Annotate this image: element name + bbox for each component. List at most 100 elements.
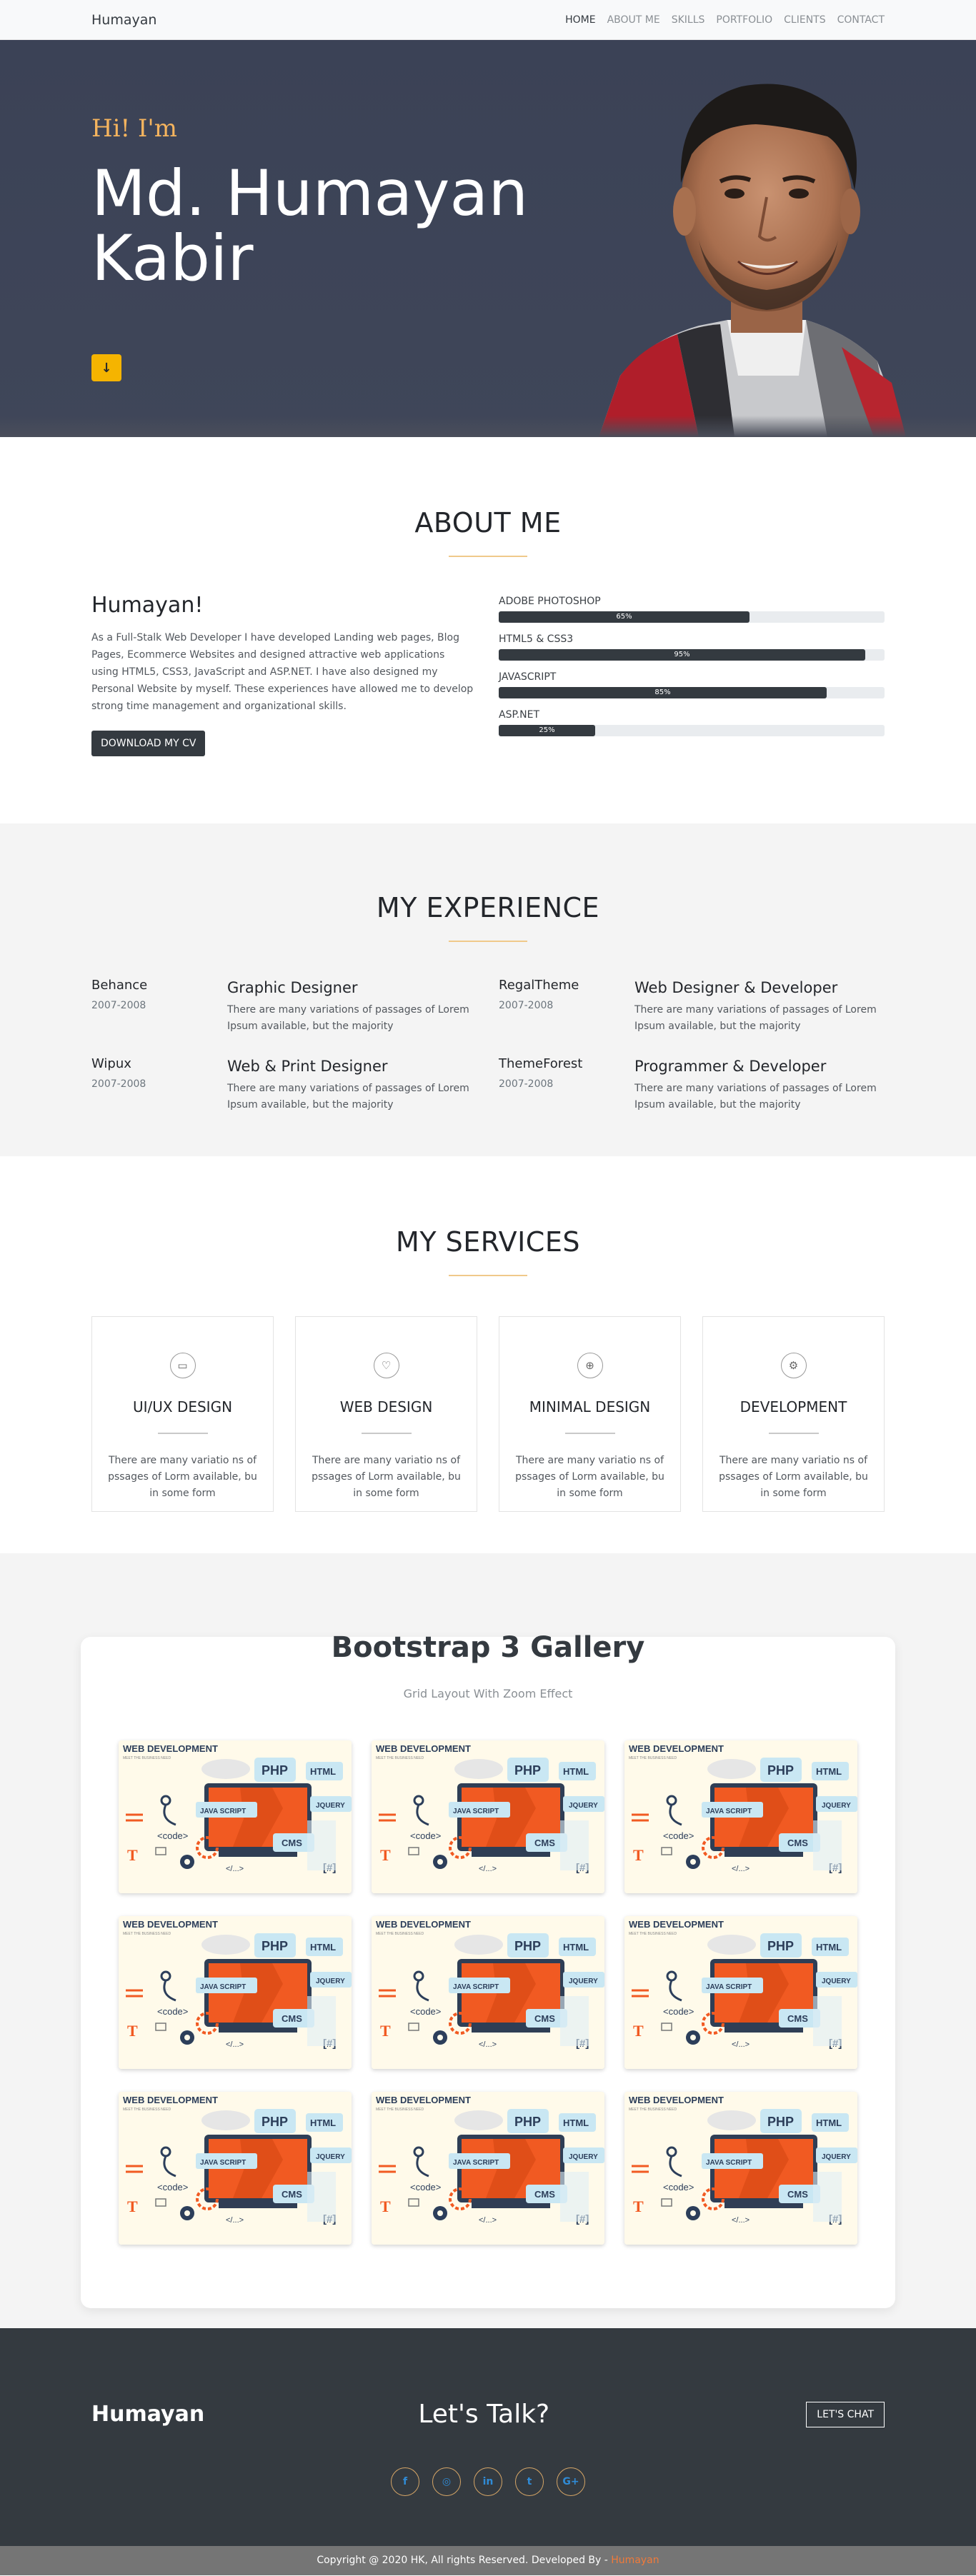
service-description: There are many variatio ns of pssages of… (515, 1455, 664, 1499)
nav-item-skills[interactable]: SKILLS (666, 14, 711, 26)
experience-company-block: Behance 2007-2008 (91, 978, 227, 1035)
svg-text:T: T (380, 2197, 391, 2215)
experience-role: Web & Print Designer (227, 1058, 388, 1075)
gallery-image[interactable]: WEB DEVELOPMENT MEET THE BUSINESS NEED PHP… (372, 2092, 604, 2245)
copyright-bar: Copyright @ 2020 HK, All rights Reserved… (0, 2546, 976, 2575)
svg-text:JAVA SCRIPT: JAVA SCRIPT (200, 1808, 246, 1815)
experience-company-block: Wipux 2007-2008 (91, 1056, 227, 1113)
svg-text:</...>: </...> (226, 2216, 244, 2225)
gallery-image[interactable]: WEB DEVELOPMENT MEET THE BUSINESS NEED PHP… (119, 2092, 352, 2245)
svg-text:<code>: <code> (410, 1830, 441, 1841)
svg-text:MEET THE BUSINESS NEED: MEET THE BUSINESS NEED (629, 2108, 677, 2112)
web-development-illustration: WEB DEVELOPMENT MEET THE BUSINESS NEED PHP… (372, 1916, 604, 2069)
svg-text:HTML: HTML (563, 1942, 589, 1953)
service-card[interactable]: ♡ WEB DESIGN There are many variatio ns of… (295, 1316, 477, 1512)
svg-text:T: T (633, 2197, 644, 2215)
skill-name: JAVASCRIPT (499, 671, 557, 683)
experience-years: 2007-2008 (499, 1000, 554, 1011)
google-plus-icon[interactable]: G+ (557, 2467, 585, 2496)
gallery-image[interactable]: WEB DEVELOPMENT MEET THE BUSINESS NEED PHP… (119, 1916, 352, 2069)
svg-text:JQUERY: JQUERY (569, 1978, 598, 1985)
svg-text:PHP: PHP (767, 1763, 794, 1778)
gallery-image[interactable]: WEB DEVELOPMENT MEET THE BUSINESS NEED PHP… (372, 1916, 604, 2069)
footer: Humayan Let's Talk? LET'S CHAT f ◎ in t G+ (0, 2328, 976, 2546)
facebook-icon[interactable]: f (391, 2467, 419, 2496)
skill-item: JAVASCRIPT 85% (499, 671, 885, 698)
svg-text:</...>: </...> (479, 2216, 497, 2225)
twitter-icon[interactable]: t (515, 2467, 544, 2496)
svg-text:<code>: <code> (157, 1830, 188, 1841)
arrow-down-icon: ↓ (101, 360, 112, 376)
experience-years: 2007-2008 (499, 1078, 554, 1090)
svg-text:</...>: </...> (732, 2216, 750, 2225)
gallery-image[interactable]: WEB DEVELOPMENT MEET THE BUSINESS NEED PHP… (372, 1740, 604, 1893)
svg-text:JQUERY: JQUERY (569, 1802, 598, 1810)
svg-text:HTML: HTML (563, 2118, 589, 2128)
svg-text:<code>: <code> (663, 2182, 694, 2192)
gallery-image[interactable]: WEB DEVELOPMENT MEET THE BUSINESS NEED PHP… (119, 1740, 352, 1893)
lets-chat-button[interactable]: LET'S CHAT (806, 2401, 885, 2427)
experience-description: There are many variations of passages of… (634, 1083, 877, 1111)
hero-fade (0, 416, 976, 437)
svg-text:PHP: PHP (767, 1939, 794, 1953)
svg-text:HTML: HTML (310, 1942, 336, 1953)
nav-item-about-me[interactable]: ABOUT ME (602, 14, 666, 26)
experience-years: 2007-2008 (91, 1000, 146, 1011)
brand-logo[interactable]: Humayan (91, 12, 156, 28)
experience-role-block: Web & Print Designer There are many varia… (227, 1056, 477, 1113)
gallery-image[interactable]: WEB DEVELOPMENT MEET THE BUSINESS NEED PHP… (624, 1740, 857, 1893)
web-development-illustration: WEB DEVELOPMENT MEET THE BUSINESS NEED PHP… (119, 1916, 352, 2069)
svg-text:CMS: CMS (787, 2013, 808, 2024)
svg-text:T: T (127, 2022, 138, 2040)
gear-icon: ⚙ (780, 1353, 807, 1378)
download-cv-button[interactable]: DOWNLOAD MY CV (91, 731, 206, 756)
service-card[interactable]: ⊕ MINIMAL DESIGN There are many variatio n… (499, 1316, 681, 1512)
svg-text:T: T (633, 1846, 644, 1864)
skill-progress-fill: 95% (499, 649, 865, 661)
svg-text:PHP: PHP (514, 1939, 541, 1953)
skill-item: ASP.NET 25% (499, 709, 885, 736)
title-divider (449, 556, 527, 557)
web-development-illustration: WEB DEVELOPMENT MEET THE BUSINESS NEED PHP… (119, 2092, 352, 2245)
scroll-down-button[interactable]: ↓ (91, 354, 121, 381)
svg-text:<code>: <code> (157, 2182, 188, 2192)
footer-brand[interactable]: Humayan (91, 2402, 204, 2427)
service-description: There are many variatio ns of pssages of… (719, 1455, 868, 1499)
svg-text:JAVA SCRIPT: JAVA SCRIPT (200, 2159, 246, 2167)
gallery-image[interactable]: WEB DEVELOPMENT MEET THE BUSINESS NEED PHP… (624, 2092, 857, 2245)
svg-text:JQUERY: JQUERY (822, 2153, 851, 2161)
nav-item-contact[interactable]: CONTACT (832, 14, 885, 26)
service-card[interactable]: ▭ UI/UX DESIGN There are many variatio ns … (91, 1316, 274, 1512)
svg-text:<code>: <code> (410, 2182, 441, 2192)
svg-text:JAVA SCRIPT: JAVA SCRIPT (706, 2159, 752, 2167)
developer-link[interactable]: Humayan (611, 2555, 659, 2566)
skill-progress-fill: 65% (499, 611, 750, 623)
experience-item: RegalTheme 2007-2008 Web Designer & Develo… (499, 978, 885, 1035)
svg-text:</...>: </...> (479, 1865, 497, 1873)
experience-role-block: Programmer & Developer There are many var… (634, 1056, 885, 1113)
svg-text:HTML: HTML (310, 1766, 336, 1777)
svg-text:<code>: <code> (663, 1830, 694, 1841)
gallery-card: Bootstrap 3 Gallery Grid Layout With Zoo… (81, 1631, 895, 2308)
instagram-icon[interactable]: ◎ (432, 2467, 461, 2496)
service-card[interactable]: ⚙ DEVELOPMENT There are many variatio ns o… (702, 1316, 885, 1512)
svg-text:JAVA SCRIPT: JAVA SCRIPT (453, 2159, 499, 2167)
gallery-title: Bootstrap 3 Gallery (331, 1631, 645, 1664)
gallery-image[interactable]: WEB DEVELOPMENT MEET THE BUSINESS NEED PHP… (624, 1916, 857, 2069)
svg-text:WEB DEVELOPMENT: WEB DEVELOPMENT (629, 1919, 724, 1930)
services-title: MY SERVICES (396, 1226, 580, 1258)
linkedin-icon[interactable]: in (474, 2467, 502, 2496)
footer-talk-heading: Let's Talk? (418, 2400, 550, 2429)
nav-item-portfolio[interactable]: PORTFOLIO (710, 14, 778, 26)
svg-text:CMS: CMS (282, 1838, 302, 1848)
web-development-illustration: WEB DEVELOPMENT MEET THE BUSINESS NEED PHP… (119, 1740, 352, 1893)
about-heading: Humayan! (91, 593, 204, 618)
nav-item-home[interactable]: HOME (559, 14, 601, 26)
skill-progress-bar: 85% (499, 687, 885, 698)
heart-icon: ♡ (373, 1353, 399, 1378)
svg-text:T: T (380, 1846, 391, 1864)
svg-text:PHP: PHP (262, 2115, 288, 2129)
web-development-illustration: WEB DEVELOPMENT MEET THE BUSINESS NEED PHP… (624, 2092, 857, 2245)
nav-item-clients[interactable]: CLIENTS (778, 14, 831, 26)
svg-text:JQUERY: JQUERY (316, 1802, 345, 1810)
